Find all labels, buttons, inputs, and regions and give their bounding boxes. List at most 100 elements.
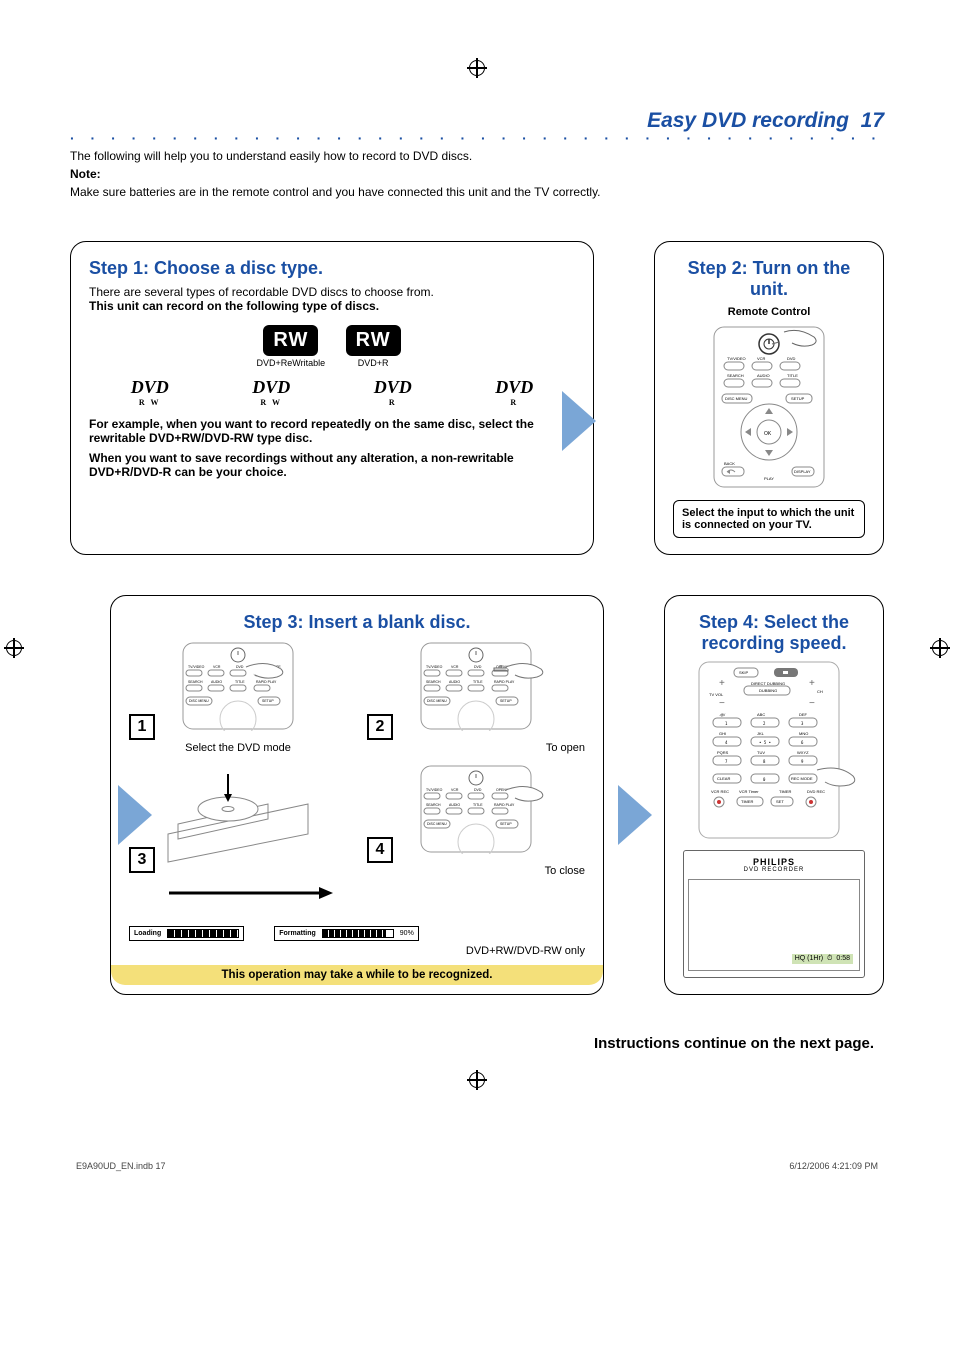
svg-text:TITLE: TITLE xyxy=(235,680,245,684)
svg-text:.@/: .@/ xyxy=(719,712,726,717)
svg-text:RAPID PLAY: RAPID PLAY xyxy=(256,680,277,684)
sub4-caption: To close xyxy=(367,865,585,877)
dvd-logo: DVD xyxy=(252,377,290,397)
step1-text1: There are several types of recordable DV… xyxy=(89,285,575,299)
svg-text:AUDIO: AUDIO xyxy=(757,373,770,378)
svg-text:DISPLAY: DISPLAY xyxy=(794,469,811,474)
step3-yellow-note: This operation may take a while to be re… xyxy=(111,965,603,985)
tv-screen: HQ (1Hr) ⏱ 0:58 xyxy=(688,879,860,971)
dvd-recorder-device: PHILIPS DVD RECORDER HQ (1Hr) ⏱ 0:58 xyxy=(683,850,865,978)
svg-text:MNO: MNO xyxy=(799,731,808,736)
svg-text:RAPID PLAY: RAPID PLAY xyxy=(494,803,515,807)
substep-3-number: 3 xyxy=(129,847,155,873)
svg-text:TV/VIDEO: TV/VIDEO xyxy=(727,356,746,361)
svg-text:SEARCH: SEARCH xyxy=(426,680,441,684)
svg-text:DISC MENU: DISC MENU xyxy=(725,396,748,401)
remote-open-illustration: TV/VIDEO VCR DVD OPEN/CLOSE SEARCH AUDIO xyxy=(396,641,546,731)
svg-text:SETUP: SETUP xyxy=(500,699,512,703)
step3-panel: Step 3: Insert a blank disc. 1 TV/VIDEO … xyxy=(110,595,604,995)
svg-text:GHI: GHI xyxy=(719,731,726,736)
svg-text:DEF: DEF xyxy=(799,712,808,717)
header-dots: · · · · · · · · · · · · · · · · · · · · … xyxy=(70,135,884,141)
step3-title: Step 3: Insert a blank disc. xyxy=(129,612,585,633)
svg-text:4: 4 xyxy=(725,740,728,745)
svg-text:TV/VIDEO: TV/VIDEO xyxy=(426,788,443,792)
svg-text:• 5 •: • 5 • xyxy=(759,740,771,745)
svg-text:JKL: JKL xyxy=(757,731,765,736)
arrow-right-icon xyxy=(562,391,596,451)
svg-text:2: 2 xyxy=(763,721,766,726)
footer-right: 6/12/2006 4:21:09 PM xyxy=(789,1161,878,1171)
svg-text:TITLE: TITLE xyxy=(787,373,798,378)
svg-text:DVD: DVD xyxy=(474,665,482,669)
loading-indicator: Loading xyxy=(129,926,244,941)
svg-text:DVD: DVD xyxy=(474,788,482,792)
svg-text:REC MODE: REC MODE xyxy=(791,776,813,781)
sub2-caption: To open xyxy=(367,742,585,754)
disc-logos: RW DVD+ReWritable RW DVD+R DVDR W DVDR W… xyxy=(89,325,575,407)
registration-mark-icon xyxy=(6,640,22,656)
formatting-indicator: Formatting 90% xyxy=(274,926,419,941)
remote-control-label: Remote Control xyxy=(673,306,865,318)
svg-text:OK: OK xyxy=(764,431,772,437)
page-header: Easy DVD recording 17 · · · · · · · · · … xyxy=(70,109,884,141)
svg-text:SETUP: SETUP xyxy=(262,699,274,703)
svg-text:TIMER: TIMER xyxy=(779,789,792,794)
svg-text:6: 6 xyxy=(801,740,804,745)
sub1-caption: Select the DVD mode xyxy=(129,742,347,754)
svg-text:DISC MENU: DISC MENU xyxy=(427,699,447,703)
svg-text:SKIP: SKIP xyxy=(739,670,748,675)
svg-text:DVD: DVD xyxy=(236,665,244,669)
svg-text:TITLE: TITLE xyxy=(473,680,483,684)
rw-plusr-sub: DVD+R xyxy=(334,358,413,368)
substep-2-number: 2 xyxy=(367,714,393,740)
svg-text:AUDIO: AUDIO xyxy=(449,803,460,807)
svg-text:ABC: ABC xyxy=(757,712,765,717)
svg-text:WXYZ: WXYZ xyxy=(797,750,809,755)
svg-text:VCR: VCR xyxy=(213,665,221,669)
svg-text:TUV: TUV xyxy=(757,750,765,755)
remote-recmode-illustration: SKIP + + TV VOL DIRECT DUBBING DUBBING C… xyxy=(689,660,859,840)
step4-panel: Step 4: Select the recording speed. SKIP… xyxy=(664,595,884,995)
hq-indicator: HQ (1Hr) ⏱ 0:58 xyxy=(792,954,853,964)
step2-instruction: Select the input to which the unit is co… xyxy=(673,500,865,538)
svg-text:TIMER: TIMER xyxy=(741,799,754,804)
svg-text:SEARCH: SEARCH xyxy=(727,373,744,378)
step1-title: Step 1: Choose a disc type. xyxy=(89,258,575,279)
svg-text:TV/VIDEO: TV/VIDEO xyxy=(426,665,443,669)
step1-text2: This unit can record on the following ty… xyxy=(89,299,575,313)
svg-text:RAPID PLAY: RAPID PLAY xyxy=(494,680,515,684)
svg-text:DISC MENU: DISC MENU xyxy=(189,699,209,703)
svg-text:VCR Timer: VCR Timer xyxy=(739,789,759,794)
svg-text:VCR REC: VCR REC xyxy=(711,789,729,794)
svg-text:1: 1 xyxy=(725,721,728,726)
svg-text:DVD: DVD xyxy=(787,356,796,361)
svg-text:DISC MENU: DISC MENU xyxy=(427,822,447,826)
step1-para2: When you want to save recordings without… xyxy=(89,451,575,479)
svg-text:SETUP: SETUP xyxy=(500,822,512,826)
svg-text:VCR: VCR xyxy=(451,788,459,792)
philips-brand: PHILIPS xyxy=(688,857,860,867)
svg-text:PLAY: PLAY xyxy=(764,476,774,481)
svg-text:CH: CH xyxy=(817,689,823,694)
remote-close-illustration: TV/VIDEO VCR DVD OPEN/CLOSE SEARCH AUDIO… xyxy=(396,764,546,854)
svg-text:BACK: BACK xyxy=(724,461,735,466)
step1-para1: For example, when you want to record rep… xyxy=(89,417,575,445)
svg-text:3: 3 xyxy=(801,721,804,726)
arrow-right-icon xyxy=(618,785,652,845)
registration-mark-icon xyxy=(469,1072,485,1088)
svg-text:DUBBING: DUBBING xyxy=(759,688,777,693)
intro-block: The following will help you to understan… xyxy=(70,147,884,201)
substep-4-number: 4 xyxy=(367,837,393,863)
svg-text:−: − xyxy=(809,698,815,709)
svg-text:AUDIO: AUDIO xyxy=(211,680,222,684)
svg-text:AUDIO: AUDIO xyxy=(449,680,460,684)
svg-text:VCR: VCR xyxy=(451,665,459,669)
dvd-logo: DVD xyxy=(495,377,533,397)
note-label: Note: xyxy=(70,165,884,183)
page-number: 17 xyxy=(861,109,884,132)
svg-text:+: + xyxy=(719,678,725,689)
svg-text:+: + xyxy=(809,678,815,689)
svg-text:0: 0 xyxy=(763,777,766,782)
svg-text:−: − xyxy=(719,698,725,709)
